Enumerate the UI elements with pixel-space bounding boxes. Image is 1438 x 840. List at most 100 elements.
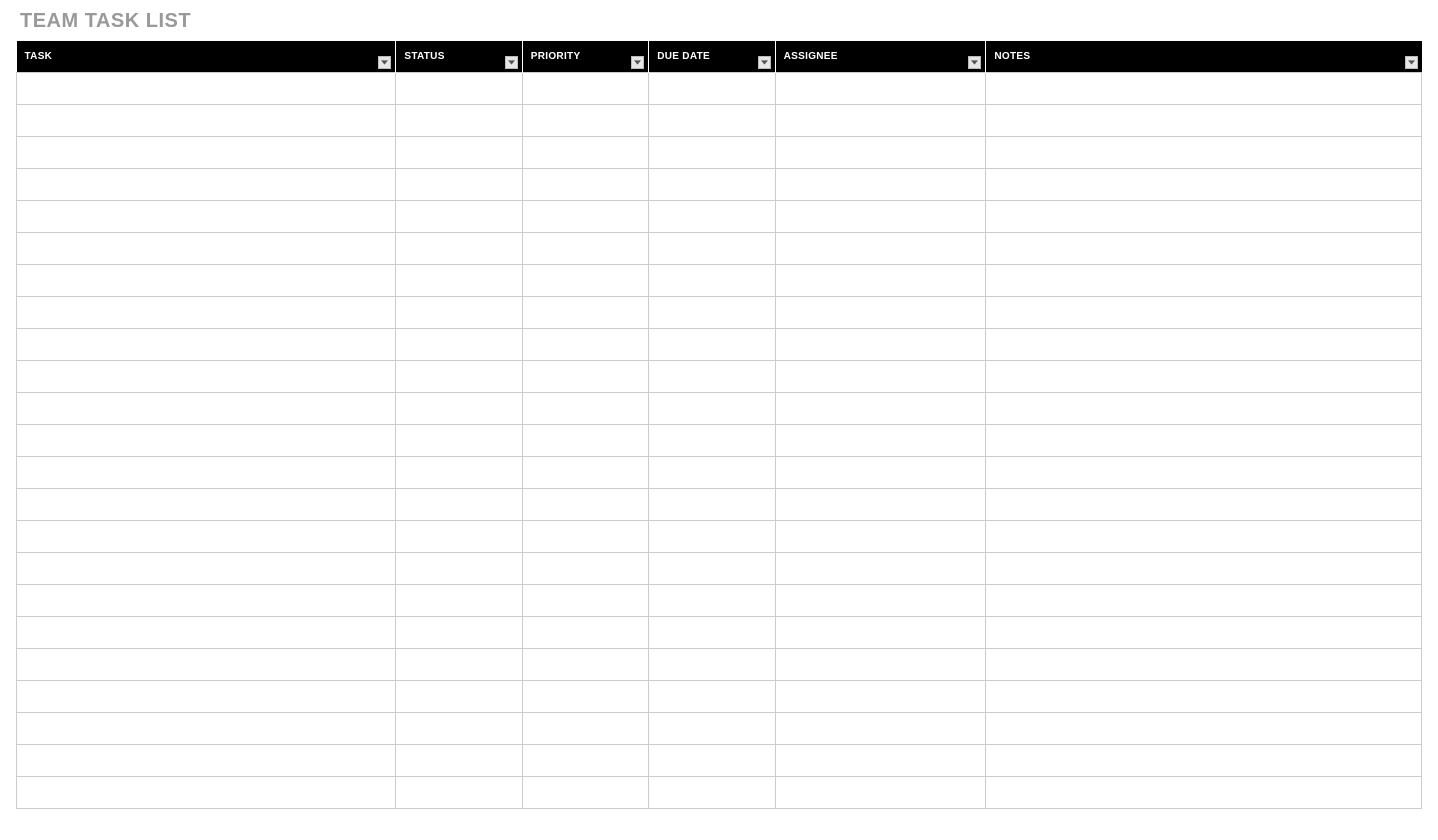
cell-assignee[interactable] bbox=[775, 137, 986, 169]
cell-notes[interactable] bbox=[986, 777, 1422, 809]
cell-notes[interactable] bbox=[986, 329, 1422, 361]
cell-duedate[interactable] bbox=[649, 521, 775, 553]
cell-status[interactable] bbox=[396, 521, 522, 553]
cell-status[interactable] bbox=[396, 73, 522, 105]
cell-notes[interactable] bbox=[986, 297, 1422, 329]
cell-notes[interactable] bbox=[986, 489, 1422, 521]
cell-status[interactable] bbox=[396, 233, 522, 265]
cell-task[interactable] bbox=[17, 361, 396, 393]
cell-duedate[interactable] bbox=[649, 233, 775, 265]
cell-priority[interactable] bbox=[522, 233, 648, 265]
cell-notes[interactable] bbox=[986, 649, 1422, 681]
cell-priority[interactable] bbox=[522, 73, 648, 105]
cell-task[interactable] bbox=[17, 585, 396, 617]
cell-status[interactable] bbox=[396, 137, 522, 169]
cell-duedate[interactable] bbox=[649, 73, 775, 105]
cell-task[interactable] bbox=[17, 489, 396, 521]
cell-task[interactable] bbox=[17, 297, 396, 329]
cell-notes[interactable] bbox=[986, 713, 1422, 745]
cell-task[interactable] bbox=[17, 521, 396, 553]
cell-priority[interactable] bbox=[522, 297, 648, 329]
cell-task[interactable] bbox=[17, 777, 396, 809]
cell-task[interactable] bbox=[17, 425, 396, 457]
cell-assignee[interactable] bbox=[775, 745, 986, 777]
cell-duedate[interactable] bbox=[649, 681, 775, 713]
cell-assignee[interactable] bbox=[775, 521, 986, 553]
cell-status[interactable] bbox=[396, 201, 522, 233]
cell-priority[interactable] bbox=[522, 201, 648, 233]
cell-assignee[interactable] bbox=[775, 489, 986, 521]
cell-notes[interactable] bbox=[986, 361, 1422, 393]
cell-status[interactable] bbox=[396, 713, 522, 745]
cell-priority[interactable] bbox=[522, 777, 648, 809]
cell-duedate[interactable] bbox=[649, 713, 775, 745]
cell-priority[interactable] bbox=[522, 649, 648, 681]
filter-button-status[interactable] bbox=[505, 56, 518, 69]
cell-duedate[interactable] bbox=[649, 201, 775, 233]
cell-notes[interactable] bbox=[986, 265, 1422, 297]
cell-priority[interactable] bbox=[522, 713, 648, 745]
cell-notes[interactable] bbox=[986, 105, 1422, 137]
cell-priority[interactable] bbox=[522, 585, 648, 617]
cell-status[interactable] bbox=[396, 169, 522, 201]
cell-status[interactable] bbox=[396, 745, 522, 777]
cell-task[interactable] bbox=[17, 329, 396, 361]
cell-task[interactable] bbox=[17, 617, 396, 649]
cell-status[interactable] bbox=[396, 585, 522, 617]
cell-task[interactable] bbox=[17, 137, 396, 169]
cell-task[interactable] bbox=[17, 233, 396, 265]
cell-status[interactable] bbox=[396, 457, 522, 489]
cell-duedate[interactable] bbox=[649, 457, 775, 489]
cell-notes[interactable] bbox=[986, 681, 1422, 713]
cell-status[interactable] bbox=[396, 617, 522, 649]
cell-task[interactable] bbox=[17, 457, 396, 489]
cell-notes[interactable] bbox=[986, 585, 1422, 617]
cell-assignee[interactable] bbox=[775, 777, 986, 809]
cell-task[interactable] bbox=[17, 745, 396, 777]
cell-assignee[interactable] bbox=[775, 361, 986, 393]
cell-status[interactable] bbox=[396, 553, 522, 585]
cell-status[interactable] bbox=[396, 425, 522, 457]
cell-notes[interactable] bbox=[986, 233, 1422, 265]
cell-duedate[interactable] bbox=[649, 361, 775, 393]
cell-assignee[interactable] bbox=[775, 553, 986, 585]
cell-assignee[interactable] bbox=[775, 329, 986, 361]
cell-duedate[interactable] bbox=[649, 489, 775, 521]
cell-duedate[interactable] bbox=[649, 553, 775, 585]
cell-priority[interactable] bbox=[522, 425, 648, 457]
cell-duedate[interactable] bbox=[649, 297, 775, 329]
cell-status[interactable] bbox=[396, 105, 522, 137]
cell-duedate[interactable] bbox=[649, 425, 775, 457]
cell-task[interactable] bbox=[17, 713, 396, 745]
cell-notes[interactable] bbox=[986, 457, 1422, 489]
cell-task[interactable] bbox=[17, 553, 396, 585]
cell-notes[interactable] bbox=[986, 137, 1422, 169]
cell-notes[interactable] bbox=[986, 617, 1422, 649]
cell-priority[interactable] bbox=[522, 361, 648, 393]
cell-assignee[interactable] bbox=[775, 425, 986, 457]
cell-task[interactable] bbox=[17, 105, 396, 137]
cell-duedate[interactable] bbox=[649, 169, 775, 201]
cell-duedate[interactable] bbox=[649, 137, 775, 169]
cell-assignee[interactable] bbox=[775, 457, 986, 489]
cell-priority[interactable] bbox=[522, 553, 648, 585]
cell-assignee[interactable] bbox=[775, 713, 986, 745]
cell-duedate[interactable] bbox=[649, 393, 775, 425]
cell-priority[interactable] bbox=[522, 681, 648, 713]
cell-status[interactable] bbox=[396, 361, 522, 393]
cell-notes[interactable] bbox=[986, 521, 1422, 553]
cell-notes[interactable] bbox=[986, 73, 1422, 105]
cell-priority[interactable] bbox=[522, 137, 648, 169]
cell-duedate[interactable] bbox=[649, 105, 775, 137]
cell-duedate[interactable] bbox=[649, 745, 775, 777]
filter-button-assignee[interactable] bbox=[968, 56, 981, 69]
cell-assignee[interactable] bbox=[775, 617, 986, 649]
cell-task[interactable] bbox=[17, 201, 396, 233]
cell-priority[interactable] bbox=[522, 457, 648, 489]
cell-status[interactable] bbox=[396, 265, 522, 297]
cell-assignee[interactable] bbox=[775, 73, 986, 105]
cell-assignee[interactable] bbox=[775, 265, 986, 297]
filter-button-priority[interactable] bbox=[631, 56, 644, 69]
cell-duedate[interactable] bbox=[649, 617, 775, 649]
cell-status[interactable] bbox=[396, 329, 522, 361]
